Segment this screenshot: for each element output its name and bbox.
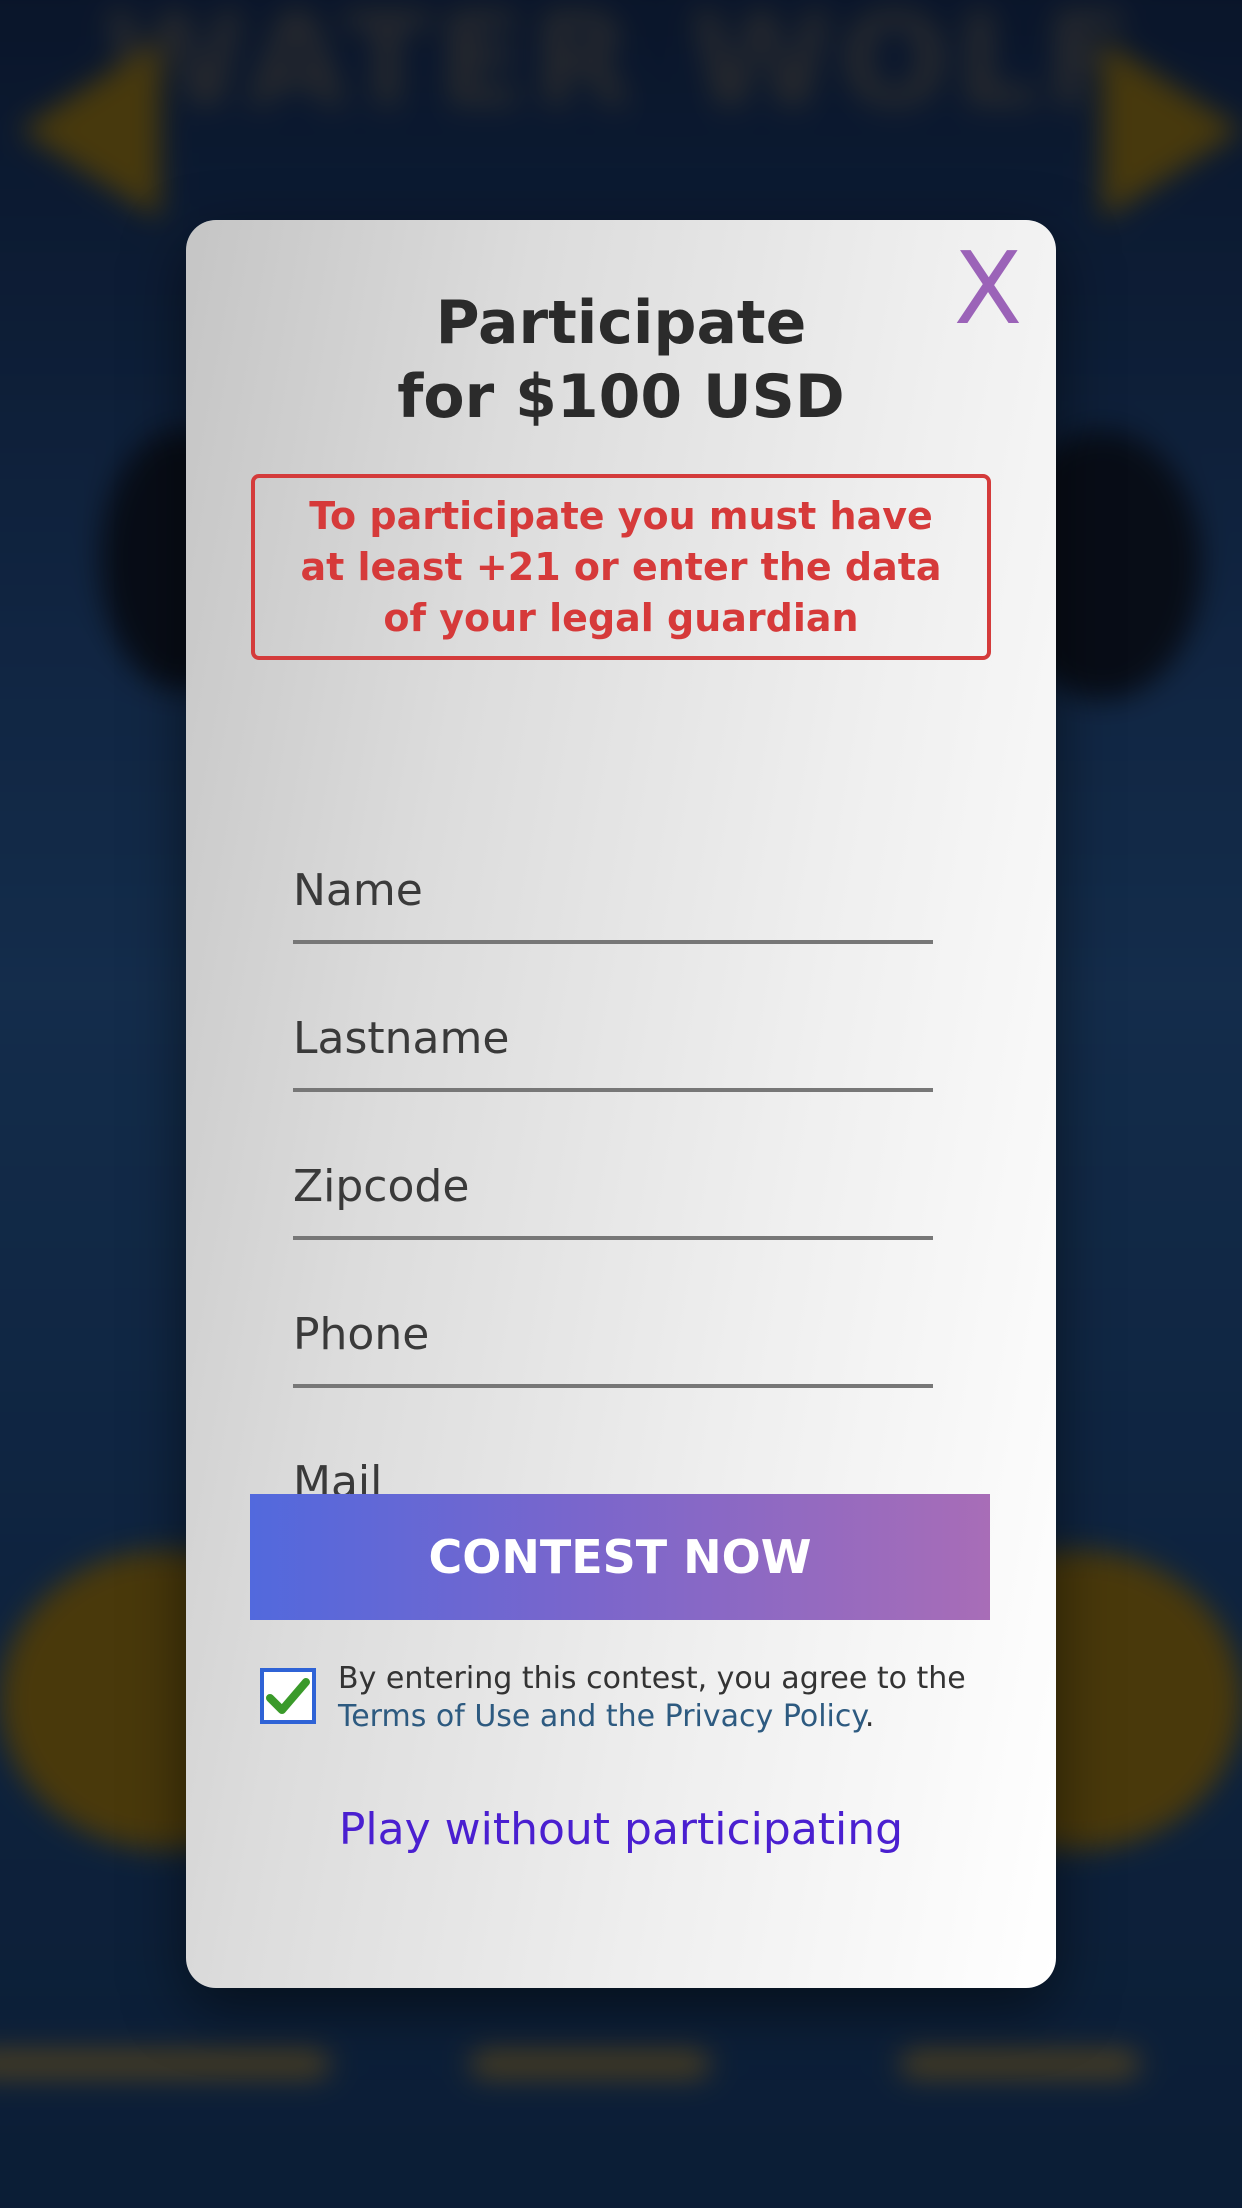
terms-privacy-link[interactable]: Terms of Use and the Privacy Policy (338, 1699, 865, 1734)
zipcode-input[interactable] (293, 1161, 933, 1212)
contest-now-button[interactable]: CONTEST NOW (250, 1494, 990, 1620)
modal-title: Participate for $100 USD (186, 286, 1056, 434)
name-input[interactable] (293, 865, 933, 916)
name-field-wrapper (293, 834, 933, 944)
terms-period: . (864, 1699, 875, 1734)
agreement-lead: By entering this contest, you agree to t… (338, 1661, 966, 1696)
checkmark-icon (266, 1678, 310, 1714)
agreement-text: By entering this contest, you agree to t… (338, 1660, 998, 1736)
title-line: Participate (435, 288, 807, 358)
agreement-row: By entering this contest, you agree to t… (260, 1660, 990, 1740)
zipcode-field-wrapper (293, 1130, 933, 1240)
agree-checkbox[interactable] (260, 1668, 316, 1724)
phone-input[interactable] (293, 1309, 933, 1360)
lastname-input[interactable] (293, 1013, 933, 1064)
age-warning-box: To participate you must have at least +2… (251, 474, 991, 660)
warning-line: To participate you must have (309, 493, 933, 538)
title-line: for $100 USD (397, 362, 845, 432)
phone-field-wrapper (293, 1278, 933, 1388)
lastname-field-wrapper (293, 982, 933, 1092)
play-without-participating-link[interactable]: Play without participating (186, 1804, 1056, 1855)
participate-modal: X Participate for $100 USD To participat… (186, 220, 1056, 1988)
warning-line: at least +21 or enter the data (300, 544, 942, 589)
warning-line: of your legal guardian (383, 595, 859, 640)
